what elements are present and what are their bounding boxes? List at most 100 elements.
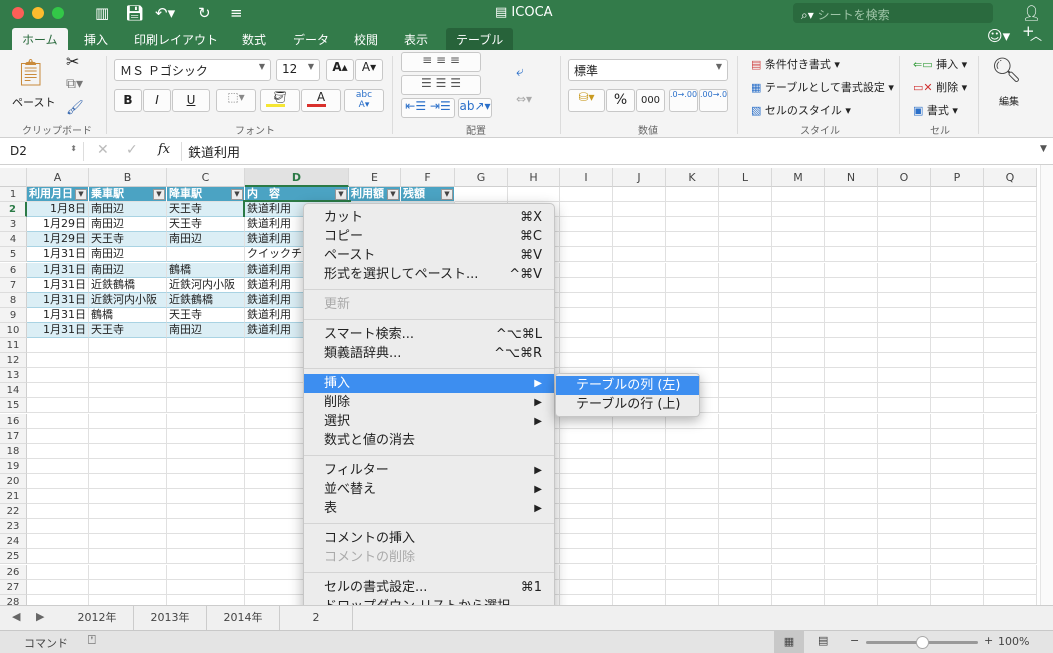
cell[interactable] [825,564,878,580]
cell[interactable] [878,594,931,605]
cell[interactable] [772,579,825,595]
cell[interactable] [825,353,878,369]
cell[interactable] [560,549,613,565]
row-header-7[interactable]: 7 [0,277,27,293]
cell[interactable] [613,504,666,520]
cell[interactable] [27,383,89,399]
cell[interactable] [613,187,666,202]
cell[interactable] [719,368,772,384]
cell[interactable] [508,187,560,202]
table-cell[interactable]: 1月31日 [27,262,89,278]
table-cell[interactable]: 1月31日 [27,307,89,323]
cell[interactable] [719,549,772,565]
cell[interactable] [984,564,1037,580]
cell[interactable] [560,292,613,308]
cell[interactable] [825,202,878,218]
paste-button[interactable]: ペースト [12,94,55,110]
cell[interactable] [878,519,931,535]
cell[interactable] [666,322,719,338]
editing-button[interactable]: 編集 [999,93,1019,108]
cell[interactable] [167,398,245,414]
cell[interactable] [878,232,931,248]
cell[interactable] [666,579,719,595]
row-header-16[interactable]: 16 [0,413,27,429]
cell[interactable] [666,292,719,308]
column-header-P[interactable]: P [931,168,984,187]
cell[interactable] [27,398,89,414]
submenu-item-1[interactable]: テーブルの行 (上) [556,395,699,414]
cell[interactable] [984,202,1037,218]
cell[interactable] [931,368,984,384]
cell[interactable] [666,338,719,353]
cell[interactable] [560,579,613,595]
tab-5[interactable]: 校閲 [344,28,388,50]
vertical-align-buttons[interactable]: ≡ ≡ ≡ [401,52,481,72]
cell[interactable] [931,383,984,399]
cell[interactable] [666,202,719,218]
cell[interactable] [666,353,719,369]
cell[interactable] [931,443,984,459]
cell[interactable] [719,232,772,248]
cell[interactable] [772,428,825,444]
cell[interactable] [613,353,666,369]
format-painter-icon[interactable]: 🖌︎ [66,100,84,116]
menu-item-17[interactable]: 表 ▶ [304,499,554,518]
row-header-20[interactable]: 20 [0,473,27,489]
cell[interactable] [167,428,245,444]
cell[interactable] [719,534,772,550]
cell[interactable] [613,307,666,323]
cell[interactable] [666,232,719,248]
row-header-13[interactable]: 13 [0,368,27,384]
cell[interactable] [825,504,878,520]
macro-record-icon[interactable]: ⍞ [88,633,96,648]
cell[interactable] [167,458,245,474]
decrease-decimal-button[interactable]: .00→.0 [699,89,728,112]
cell[interactable] [772,458,825,474]
row-header-8[interactable]: 8 [0,292,27,308]
cell[interactable] [984,307,1037,323]
borders-button[interactable]: ⬚▾ [216,89,256,112]
cell[interactable] [878,322,931,338]
cell[interactable] [666,504,719,520]
table-cell[interactable]: 天王寺 [89,322,167,338]
cell[interactable] [931,579,984,595]
tab-6[interactable]: 表示 [394,28,438,50]
cell[interactable] [666,473,719,489]
cell[interactable] [772,519,825,535]
cell[interactable] [89,489,167,504]
cell[interactable] [719,338,772,353]
cell[interactable] [931,549,984,565]
cell[interactable] [931,202,984,218]
cell[interactable] [878,202,931,218]
table-cell[interactable]: 1月31日 [27,277,89,293]
cell[interactable] [560,458,613,474]
font-size-select[interactable]: 12 ▼ [276,59,320,81]
cell[interactable] [878,473,931,489]
table-cell[interactable]: 天王寺 [167,217,245,233]
cell[interactable] [560,489,613,504]
cell[interactable] [984,458,1037,474]
menu-item-2[interactable]: ペースト ⌘V [304,246,554,265]
menu-item-7[interactable]: スマート検索... ^⌥⌘L [304,325,554,344]
cell[interactable] [825,579,878,595]
cell[interactable] [89,398,167,414]
cell[interactable] [89,504,167,520]
minimize-window-button[interactable] [32,7,44,19]
cell[interactable] [825,458,878,474]
cell[interactable] [167,489,245,504]
cell[interactable] [613,458,666,474]
row-header-14[interactable]: 14 [0,383,27,399]
paste-icon[interactable]: 📋︎ [14,58,47,88]
cell[interactable] [984,383,1037,399]
cell[interactable] [560,428,613,444]
column-header-K[interactable]: K [666,168,719,187]
menu-item-11[interactable]: 削除 ▶ [304,393,554,412]
filter-dropdown-button[interactable]: ▼ [387,189,399,200]
collapse-ribbon-icon[interactable]: ︿ [1030,27,1042,44]
submenu-item-0[interactable]: テーブルの列 (左) [556,376,699,395]
cell[interactable] [825,594,878,605]
cell[interactable] [878,458,931,474]
cell[interactable] [27,443,89,459]
increase-decimal-button[interactable]: .0→.00 [669,89,698,112]
cell[interactable] [560,564,613,580]
